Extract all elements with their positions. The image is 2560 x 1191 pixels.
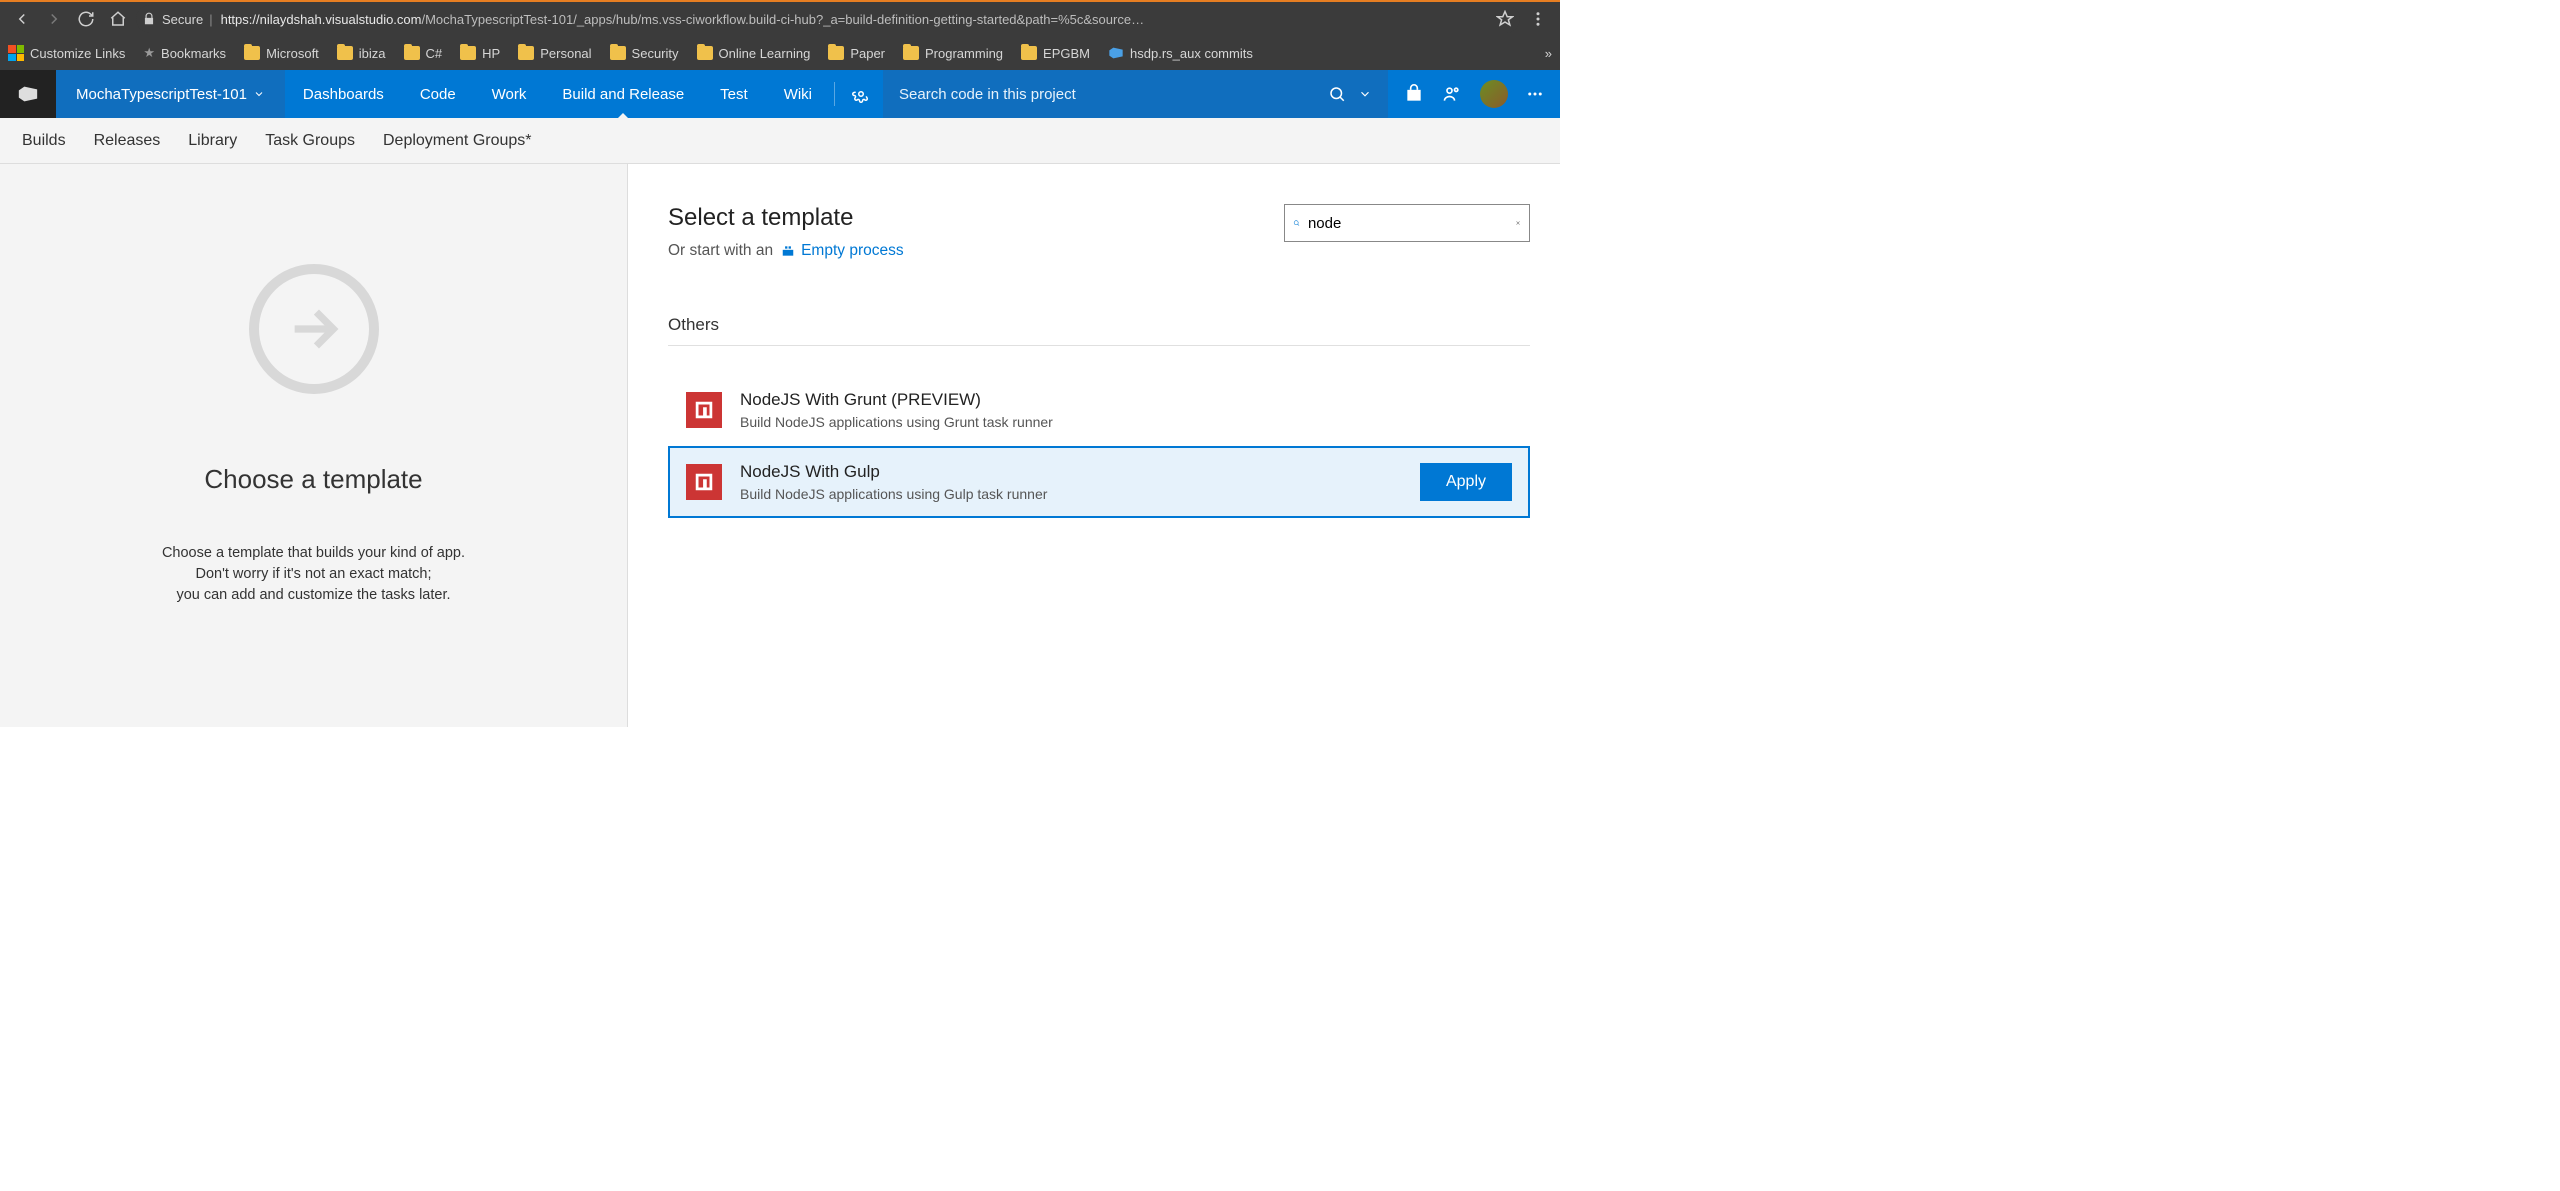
- folder-icon: [697, 46, 713, 60]
- url-text: https://nilaydshah.visualstudio.com/Moch…: [221, 12, 1488, 27]
- secure-label: Secure: [162, 12, 203, 27]
- left-pane: Choose a template Choose a template that…: [0, 164, 628, 727]
- right-icons: [1388, 70, 1560, 118]
- bookmark-programming[interactable]: Programming: [903, 46, 1003, 61]
- vsts-icon: [1108, 45, 1124, 61]
- gear-icon: [852, 85, 870, 103]
- bookmark-security[interactable]: Security: [610, 46, 679, 61]
- bookmark-overflow[interactable]: »: [1545, 46, 1552, 61]
- bookmark-bookmarks[interactable]: ★Bookmarks: [143, 45, 226, 61]
- bookmark-customize-links[interactable]: Customize Links: [8, 45, 125, 61]
- avatar[interactable]: [1480, 80, 1508, 108]
- nav-wiki[interactable]: Wiki: [766, 70, 830, 118]
- subnav-builds[interactable]: Builds: [22, 132, 66, 150]
- section-others: Others: [668, 315, 1530, 346]
- search-icon: [1293, 215, 1300, 231]
- star-icon: ★: [143, 45, 155, 61]
- vsts-logo[interactable]: [0, 70, 56, 118]
- search-input[interactable]: [899, 86, 1316, 103]
- npm-icon: [686, 392, 722, 428]
- template-nodejs-gulp[interactable]: NodeJS With Gulp Build NodeJS applicatio…: [668, 446, 1530, 518]
- content-area: Choose a template Choose a template that…: [0, 164, 1560, 727]
- star-icon[interactable]: [1496, 10, 1514, 28]
- bookmark-online-learning[interactable]: Online Learning: [697, 46, 811, 61]
- folder-icon: [460, 46, 476, 60]
- folder-icon: [1021, 46, 1037, 60]
- template-list: NodeJS With Grunt (PREVIEW) Build NodeJS…: [668, 374, 1530, 518]
- bookmark-epgbm[interactable]: EPGBM: [1021, 46, 1090, 61]
- back-button[interactable]: [8, 5, 36, 33]
- global-search[interactable]: [883, 70, 1388, 118]
- template-title: NodeJS With Grunt (PREVIEW): [740, 390, 1053, 410]
- settings-gear[interactable]: [839, 70, 883, 118]
- subnav-deployment-groups[interactable]: Deployment Groups*: [383, 132, 532, 150]
- right-pane: Select a template Or start with an Empty…: [628, 164, 1560, 727]
- bookmark-paper[interactable]: Paper: [828, 46, 885, 61]
- apply-button[interactable]: Apply: [1420, 463, 1512, 501]
- reload-button[interactable]: [72, 5, 100, 33]
- bookmark-microsoft[interactable]: Microsoft: [244, 46, 319, 61]
- clear-icon[interactable]: [1515, 216, 1521, 230]
- template-search[interactable]: [1284, 204, 1530, 242]
- chevron-down-icon[interactable]: [1358, 87, 1372, 101]
- nav-code[interactable]: Code: [402, 70, 474, 118]
- template-desc: Build NodeJS applications using Gulp tas…: [740, 486, 1047, 502]
- bookmark-hsdp[interactable]: hsdp.rs_aux commits: [1108, 45, 1253, 61]
- select-template-title: Select a template: [668, 204, 904, 232]
- template-desc: Build NodeJS applications using Grunt ta…: [740, 414, 1053, 430]
- forward-button[interactable]: [40, 5, 68, 33]
- folder-icon: [610, 46, 626, 60]
- people-icon[interactable]: [1442, 84, 1462, 104]
- nav-work[interactable]: Work: [474, 70, 545, 118]
- subnav-releases[interactable]: Releases: [94, 132, 161, 150]
- npm-icon: [686, 464, 722, 500]
- search-icon: [1328, 85, 1346, 103]
- arrow-right-icon: [285, 300, 343, 358]
- folder-icon: [244, 46, 260, 60]
- build-subnav: Builds Releases Library Task Groups Depl…: [0, 118, 1560, 164]
- more-icon[interactable]: [1526, 85, 1544, 103]
- bookmark-hp[interactable]: HP: [460, 46, 500, 61]
- left-description: Choose a template that builds your kind …: [162, 543, 465, 606]
- bookmark-csharp[interactable]: C#: [404, 46, 443, 61]
- template-search-input[interactable]: [1308, 215, 1507, 232]
- arrow-illustration: [249, 264, 379, 394]
- shopping-icon[interactable]: [1404, 84, 1424, 104]
- folder-icon: [337, 46, 353, 60]
- windows-icon: [8, 45, 24, 61]
- left-title: Choose a template: [204, 464, 422, 495]
- empty-process-link[interactable]: Empty process: [781, 242, 904, 260]
- bookmark-personal[interactable]: Personal: [518, 46, 591, 61]
- vsts-top-nav: MochaTypescriptTest-101 Dashboards Code …: [0, 70, 1560, 118]
- chevron-down-icon: [253, 88, 265, 100]
- secure-indicator: Secure |: [142, 12, 213, 27]
- bookmark-ibiza[interactable]: ibiza: [337, 46, 386, 61]
- process-icon: [781, 244, 795, 258]
- template-nodejs-grunt[interactable]: NodeJS With Grunt (PREVIEW) Build NodeJS…: [668, 374, 1530, 446]
- start-with-text: Or start with an Empty process: [668, 242, 904, 260]
- lock-icon: [142, 12, 156, 26]
- subnav-library[interactable]: Library: [188, 132, 237, 150]
- folder-icon: [518, 46, 534, 60]
- folder-icon: [404, 46, 420, 60]
- subnav-task-groups[interactable]: Task Groups: [265, 132, 355, 150]
- more-icon[interactable]: [1524, 5, 1552, 33]
- template-title: NodeJS With Gulp: [740, 462, 1047, 482]
- home-button[interactable]: [104, 5, 132, 33]
- address-bar[interactable]: Secure | https://nilaydshah.visualstudio…: [136, 5, 1520, 33]
- folder-icon: [828, 46, 844, 60]
- project-selector[interactable]: MochaTypescriptTest-101: [56, 70, 285, 118]
- browser-toolbar: Secure | https://nilaydshah.visualstudio…: [0, 0, 1560, 36]
- nav-build-release[interactable]: Build and Release: [544, 70, 702, 118]
- nav-test[interactable]: Test: [702, 70, 766, 118]
- bookmarks-bar: Customize Links ★Bookmarks Microsoft ibi…: [0, 36, 1560, 70]
- folder-icon: [903, 46, 919, 60]
- nav-dashboards[interactable]: Dashboards: [285, 70, 402, 118]
